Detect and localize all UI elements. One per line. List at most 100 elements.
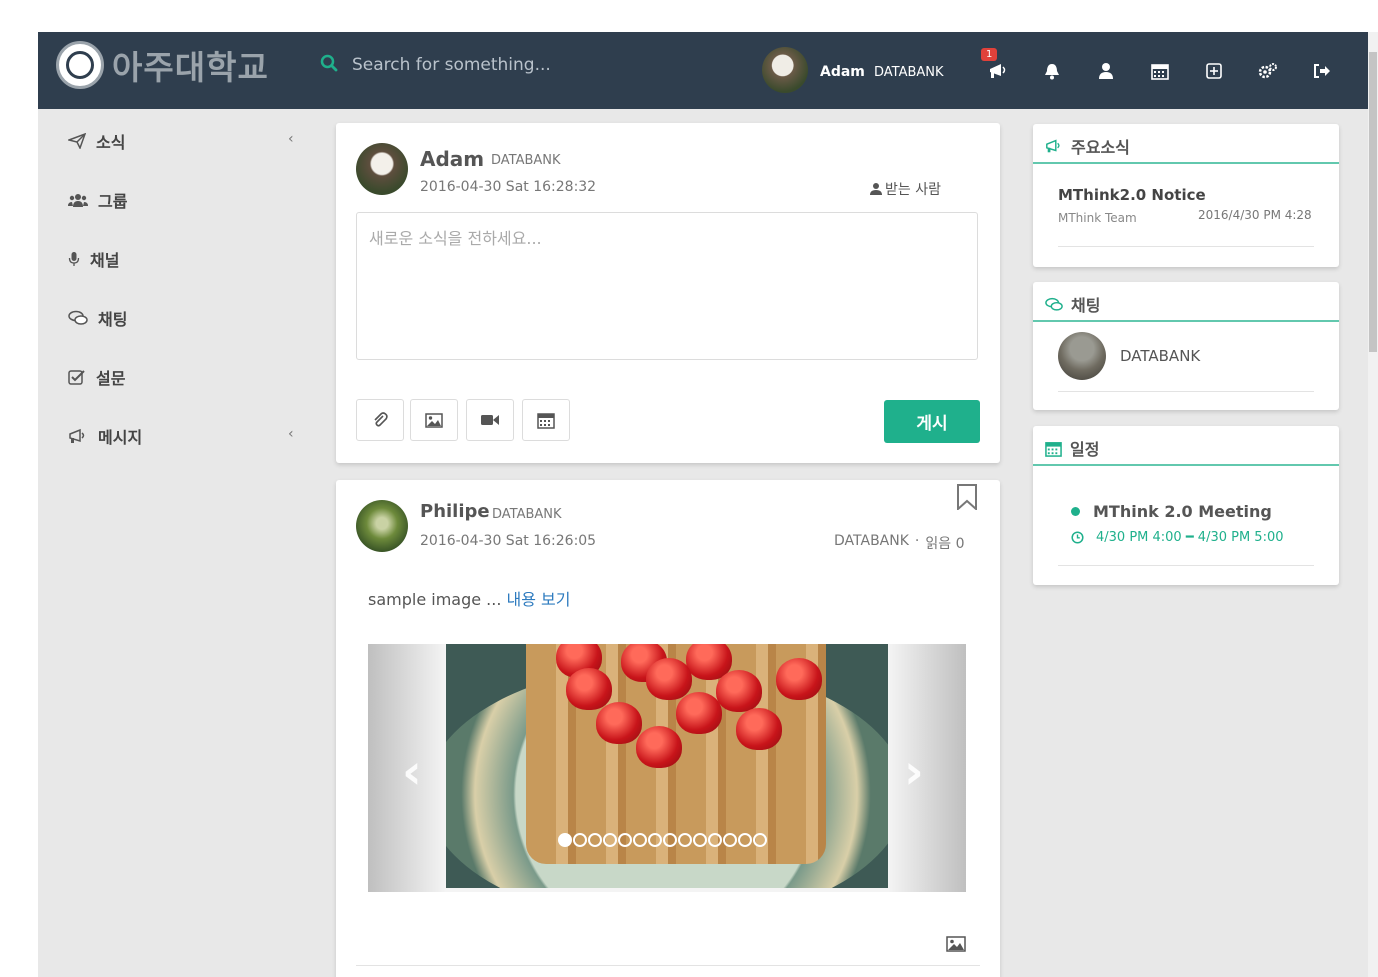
sidebar-item-surveys[interactable]: 설문 [68, 365, 125, 389]
calendar-icon[interactable] [1133, 60, 1187, 82]
carousel-dot[interactable] [738, 833, 752, 847]
user-name: Adam [820, 63, 865, 80]
event-dot-icon [1071, 507, 1080, 516]
news-title-text: 주요소식 [1071, 138, 1130, 157]
divider [1033, 464, 1339, 466]
search-input[interactable]: Search for something... [352, 55, 551, 75]
settings-icon[interactable] [1241, 60, 1295, 82]
attach-video-button[interactable] [466, 399, 514, 441]
avatar [356, 143, 408, 195]
bookmark-icon[interactable] [956, 484, 978, 510]
post-datetime: 2016-04-30 Sat 16:26:05 [420, 533, 597, 549]
carousel-dot[interactable] [648, 833, 662, 847]
logout-icon[interactable] [1295, 60, 1349, 82]
search-bar[interactable]: Search for something... [320, 54, 551, 76]
logo-text: 아주대학교 [112, 48, 269, 87]
chat-title-text: 채팅 [1071, 296, 1101, 315]
grid-plus-icon[interactable] [1187, 60, 1241, 82]
sidebar-item-groups[interactable]: 그룹 [68, 188, 127, 212]
post-body: sample image ... 내용 보기 [368, 586, 571, 610]
composer-card: Adam DATABANK 2016-04-30 Sat 16:28:32 받는… [336, 123, 1000, 463]
event-time-row: 4/30 PM 4:00 ━ 4/30 PM 5:00 [1071, 530, 1284, 545]
microphone-icon [68, 252, 80, 266]
divider [1058, 391, 1314, 392]
carousel-dot[interactable] [618, 833, 632, 847]
image-carousel[interactable]: ‹ › [368, 644, 966, 892]
attach-event-button[interactable] [522, 399, 570, 441]
carousel-dot[interactable] [558, 833, 572, 847]
chat-icon [1045, 297, 1063, 311]
university-seal-icon [56, 41, 104, 89]
attach-image-button[interactable] [410, 399, 458, 441]
feed-post-card: Philipe DATABANK 2016-04-30 Sat 16:26:05… [336, 480, 1000, 977]
composer-datetime: 2016-04-30 Sat 16:28:32 [420, 179, 597, 195]
users-icon [68, 194, 88, 207]
carousel-dot[interactable] [573, 833, 587, 847]
image-icon [425, 412, 443, 428]
calendar-icon [537, 413, 555, 429]
sidebar-item-chat[interactable]: 채팅 [68, 306, 127, 330]
avatar [1058, 332, 1106, 380]
read-count[interactable]: 읽음 0 [925, 533, 964, 553]
carousel-dot[interactable] [753, 833, 767, 847]
news-widget: 주요소식 MThink2.0 Notice MThink Team 2016/4… [1033, 124, 1339, 267]
post-meta-separator: · [914, 533, 920, 549]
carousel-dot[interactable] [708, 833, 722, 847]
university-logo[interactable]: 아주대학교 [56, 41, 269, 89]
carousel-dot[interactable] [723, 833, 737, 847]
user-profile[interactable]: Adam DATABANK [762, 47, 944, 93]
chat-item-name[interactable]: DATABANK [1120, 347, 1200, 365]
carousel-dot[interactable] [603, 833, 617, 847]
carousel-indicators[interactable] [558, 833, 767, 847]
recipients-button[interactable]: 받는 사람 [870, 179, 941, 199]
paper-plane-icon [68, 133, 86, 149]
app-window: 아주대학교 Search for something... Adam DATAB… [38, 32, 1368, 977]
user-icon [870, 183, 882, 195]
news-item-title[interactable]: MThink2.0 Notice [1058, 186, 1206, 204]
carousel-prev-icon[interactable]: ‹ [402, 744, 422, 800]
carousel-next-icon[interactable]: › [904, 744, 924, 800]
divider [1058, 246, 1314, 247]
image-icon[interactable] [946, 936, 966, 952]
page-scrollbar[interactable] [1368, 32, 1378, 977]
carousel-dot[interactable] [663, 833, 677, 847]
checkbox-icon [68, 370, 85, 385]
notification-badge: 1 [981, 48, 998, 61]
user-org: DATABANK [874, 64, 944, 80]
divider [1033, 162, 1339, 164]
sidebar-item-label: 소식 [96, 133, 126, 152]
scrollbar-thumb[interactable] [1369, 52, 1377, 352]
attach-file-button[interactable] [356, 399, 404, 441]
post-text: sample image ... [368, 590, 502, 609]
chat-icon [68, 310, 88, 325]
chevron-left-icon[interactable]: ‹ [288, 426, 294, 442]
announcement-icon[interactable]: 1 [971, 48, 1025, 82]
megaphone-icon [69, 428, 85, 443]
sidebar-item-messages[interactable]: 메시지 [68, 424, 142, 448]
schedule-widget-title: 일정 [1045, 436, 1099, 460]
carousel-dot[interactable] [678, 833, 692, 847]
post-author-org: DATABANK [492, 507, 562, 522]
top-bar: 아주대학교 Search for something... Adam DATAB… [38, 32, 1368, 109]
carousel-dot[interactable] [633, 833, 647, 847]
event-item[interactable]: MThink 2.0 Meeting [1071, 502, 1272, 521]
read-more-link[interactable]: 내용 보기 [507, 590, 571, 609]
schedule-widget: 일정 MThink 2.0 Meeting 4/30 PM 4:00 ━ 4/3… [1033, 426, 1339, 585]
user-icon[interactable] [1079, 60, 1133, 82]
news-widget-title: 주요소식 [1045, 134, 1130, 158]
schedule-title-text: 일정 [1070, 440, 1100, 459]
sidebar-item-news[interactable]: 소식 [68, 129, 125, 153]
carousel-image [446, 644, 888, 888]
news-item-author: MThink Team [1058, 211, 1137, 225]
post-button[interactable]: 게시 [884, 400, 980, 443]
sidebar-item-channels[interactable]: 채널 [68, 247, 119, 271]
chat-widget-title: 채팅 [1045, 292, 1100, 316]
megaphone-icon [1046, 139, 1060, 153]
carousel-dot[interactable] [693, 833, 707, 847]
post-textarea[interactable]: 새로운 소식을 전하세요... [356, 212, 978, 360]
sidebar-item-label: 그룹 [98, 192, 128, 211]
calendar-icon [1045, 441, 1062, 457]
bell-icon[interactable] [1025, 60, 1079, 82]
chevron-left-icon[interactable]: ‹ [288, 131, 294, 147]
carousel-dot[interactable] [588, 833, 602, 847]
